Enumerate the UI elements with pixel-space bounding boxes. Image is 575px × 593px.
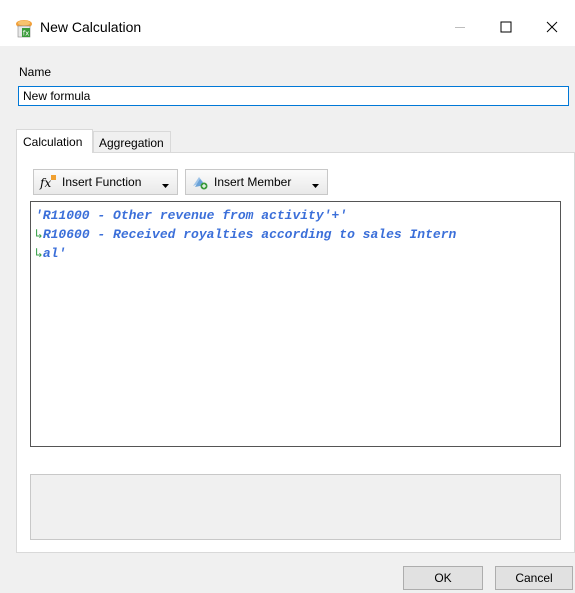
insert-function-label: Insert Function bbox=[62, 175, 142, 189]
tab-calculation[interactable]: Calculation bbox=[16, 129, 93, 153]
new-calculation-dialog: fx New Calculation Name Calculation Aggr… bbox=[0, 0, 575, 593]
insert-function-button[interactable]: fx Insert Function bbox=[33, 169, 178, 195]
chevron-down-icon bbox=[312, 178, 319, 192]
line-wrap-icon: ↳ bbox=[35, 246, 43, 261]
formula-line: ↳R10600 - Received royalties according t… bbox=[35, 227, 457, 242]
name-label: Name bbox=[19, 65, 52, 79]
chevron-down-icon bbox=[162, 178, 169, 192]
function-icon: fx bbox=[39, 174, 57, 190]
svg-text:fx: fx bbox=[23, 30, 30, 38]
cancel-button[interactable]: Cancel bbox=[495, 566, 573, 590]
name-input[interactable] bbox=[18, 86, 569, 106]
insert-member-label: Insert Member bbox=[214, 175, 292, 189]
maximize-button[interactable] bbox=[483, 8, 529, 46]
minimize-icon bbox=[455, 27, 465, 28]
ok-button[interactable]: OK bbox=[403, 566, 483, 590]
tab-aggregation[interactable]: Aggregation bbox=[93, 131, 171, 153]
insert-member-button[interactable]: Insert Member bbox=[185, 169, 328, 195]
add-member-icon bbox=[191, 174, 209, 190]
close-button[interactable] bbox=[529, 8, 575, 46]
maximize-icon bbox=[500, 21, 512, 33]
calculation-app-icon: fx bbox=[14, 18, 34, 38]
svg-text:fx: fx bbox=[39, 176, 51, 190]
line-wrap-icon: ↳ bbox=[35, 227, 43, 242]
window-title: New Calculation bbox=[40, 19, 142, 35]
close-icon bbox=[546, 21, 558, 33]
minimize-button[interactable] bbox=[437, 8, 483, 46]
title-bar[interactable]: fx New Calculation bbox=[0, 8, 575, 46]
formula-editor[interactable]: 'R11000 - Other revenue from activity'+'… bbox=[30, 201, 561, 447]
status-message-box bbox=[30, 474, 561, 540]
formula-line: 'R11000 - Other revenue from activity'+' bbox=[35, 208, 348, 223]
formula-line: ↳al' bbox=[35, 246, 67, 261]
